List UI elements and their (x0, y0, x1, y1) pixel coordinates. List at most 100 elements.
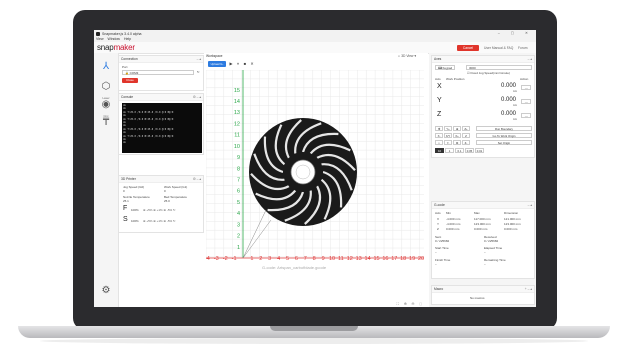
step-0-01-button[interactable]: 0.01 (475, 148, 484, 153)
bed-temp-value: 25.0 (164, 199, 170, 203)
y-action-button[interactable]: ⋯ (521, 99, 531, 104)
step-10-button[interactable]: 10 (435, 148, 444, 153)
connection-header: Connection – ▴ (119, 56, 203, 63)
x-tick-label: 4 (277, 256, 280, 262)
collapse-icon[interactable]: – ▴ (197, 56, 201, 62)
run-boundary-button[interactable]: Run Boundary (476, 126, 532, 131)
spindle-stepper[interactable]: ⊕ +5% ⊕ +1% ⊕ -5% ↻ (143, 219, 176, 223)
jog-center-icon[interactable]: ⊕ (453, 126, 461, 131)
fixed-jog-checkbox[interactable]: ☑ Fixed Jog Speed(mm/minute) (467, 71, 510, 75)
console-header: Console ⚙ – ▴ (119, 94, 203, 101)
x-position-value: 0.000 (501, 83, 517, 89)
user-manual-link[interactable]: User Manual & FAQ (484, 45, 513, 51)
close-gcode-icon[interactable]: ✕ (249, 61, 255, 67)
cancel-button[interactable]: Cancel (457, 45, 479, 51)
jog-xy-button[interactable]: X/Y (444, 133, 452, 138)
axes-controls-icon[interactable]: – ▴ (528, 56, 532, 62)
y-tick-label: 4 (237, 211, 240, 217)
workspace-footer-controls[interactable]: ⛶ ⊕ ⊖ ⬚ (397, 302, 424, 306)
step-0-05-button[interactable]: 0.05 (465, 148, 474, 153)
workspace-canvas[interactable]: 151413121110987654321 -4-3-2-11234567891… (205, 69, 426, 300)
x-action-button[interactable]: ⋯ (521, 85, 531, 90)
y-tick-label: 3 (237, 222, 240, 228)
feedrate-percent: 100% (131, 208, 139, 212)
table-row-max: 0.000 mm (474, 227, 488, 231)
app-screen: Snapmaker.js 3.4.0 alpha – ▢ ✕ View Wind… (94, 30, 536, 307)
view-selector[interactable]: ◐ 3D View ▾ (398, 53, 416, 59)
jog-stop-icon[interactable]: ⊗ (453, 140, 461, 145)
jog-xy-icon[interactable]: ✥ (435, 126, 443, 131)
laser-nav-icon[interactable]: ◉ (100, 99, 112, 111)
jog-speed-label: Jog Speed (G0) (123, 185, 145, 189)
table-row-axis: X (437, 217, 440, 221)
start-time-value: – (435, 250, 437, 254)
y-tick-label: 15 (234, 88, 240, 94)
3dp-nav-icon[interactable]: ⬡ (100, 81, 112, 93)
x-tick-label: 20 (418, 256, 424, 262)
jog-y-plus-button[interactable]: Y+ (444, 126, 452, 131)
menu-view[interactable]: View (96, 37, 104, 41)
y-tick-label: 1 (237, 245, 240, 251)
macro-controls-icon[interactable]: + – ▴ (525, 286, 532, 292)
y-position-value: 0.000 (501, 97, 517, 103)
workspace-nav-icon[interactable]: ⅄ (100, 61, 112, 73)
gcode-col-dimension: Dimension (504, 211, 519, 215)
console-output[interactable]: ok ok ok T:25.0 /0.0 B:25.0 /0.0 @:0 B@:… (122, 103, 202, 153)
forum-link[interactable]: Forum (518, 45, 528, 51)
menu-help[interactable]: Help (124, 37, 131, 41)
feedrate-stepper[interactable]: ⊕ +5% ⊕ +1% ⊕ -5% ↻ (143, 208, 176, 212)
jog-speed-select[interactable]: 3000 (466, 65, 532, 70)
jog-z-button[interactable]: Z (462, 133, 470, 138)
stop-icon[interactable]: ■ (242, 61, 248, 67)
elapsed-time-label: Elapsed Time (484, 246, 503, 250)
play-icon[interactable]: ▶ (228, 61, 234, 67)
upload-gcode-button[interactable]: Upload G-code (208, 61, 226, 72)
set-origin-button[interactable]: Set Origin (476, 140, 532, 145)
x-tick-label: 15 (373, 256, 379, 262)
x-tick-label: 16 (382, 256, 388, 262)
table-row-dimension: 0.000 mm (504, 227, 518, 231)
pause-icon[interactable]: ⏸ (235, 61, 241, 67)
x-tick-label: 2 (259, 256, 262, 262)
fan-blade-model[interactable] (249, 118, 357, 226)
cnc-nav-icon[interactable]: ₸ (100, 117, 112, 129)
jog-y-minus-button[interactable]: Y- (444, 140, 452, 145)
jog-home-icon[interactable]: ⌂ (435, 140, 443, 145)
port-select[interactable]: 🔒 COM3 (122, 70, 194, 75)
keypad-toggle[interactable]: ⌨ Keypad (435, 65, 455, 70)
no-macros-text: No macros (470, 296, 485, 300)
close-port-button[interactable]: Close (122, 78, 138, 83)
x-tick-label: 10 (329, 256, 335, 262)
workspace-header: Workspace ◐ 3D View ▾ (206, 53, 416, 59)
console-controls-icon[interactable]: ⚙ – ▴ (193, 94, 201, 100)
window-controls[interactable]: – ▢ ✕ (498, 31, 533, 35)
jog-x-plus-button[interactable]: X+ (453, 133, 461, 138)
macro-header: Macro + – ▴ (432, 286, 534, 293)
menu-window[interactable]: Window (108, 37, 120, 41)
x-tick-label: 9 (322, 256, 325, 262)
rail-cnc-label: Cnc (103, 114, 109, 118)
table-row-max: 117.000 mm (474, 217, 491, 221)
y-tick-label: 14 (234, 99, 240, 105)
x-tick-label: -2 (223, 256, 228, 262)
printer-controls-icon[interactable]: ⚙ – ▴ (193, 176, 201, 182)
jog-z-plus-button[interactable]: Z+ (462, 126, 470, 131)
left-rail: ⅄ ⬡ ◉ Laser ₸ Cnc ⚙ (94, 53, 119, 307)
sent-value: 0 / 225682 (435, 239, 450, 243)
settings-gear-icon[interactable]: ⚙ (100, 285, 112, 297)
step-1-button[interactable]: 1 (445, 148, 454, 153)
z-action-button[interactable]: ⋯ (521, 113, 531, 118)
x-tick-label: 14 (365, 256, 371, 262)
y-tick-label: 12 (234, 121, 240, 127)
jog-z-minus-button[interactable]: Z- (462, 140, 470, 145)
jog-x-minus-button[interactable]: X- (435, 133, 443, 138)
gcode-controls-icon[interactable]: – ▴ (528, 202, 532, 208)
go-to-work-origin-button[interactable]: Go To Work Origin (476, 133, 532, 138)
rail-laser-label: Laser (102, 96, 110, 100)
table-row-min: -4.000 mm (446, 222, 461, 226)
x-tick-label: -4 (206, 256, 210, 262)
step-0-1-button[interactable]: 0.1 (455, 148, 464, 153)
refresh-icon[interactable]: ↻ (197, 70, 200, 74)
x-tick-label: 18 (400, 256, 406, 262)
spindle-percent: 100% (131, 219, 139, 223)
